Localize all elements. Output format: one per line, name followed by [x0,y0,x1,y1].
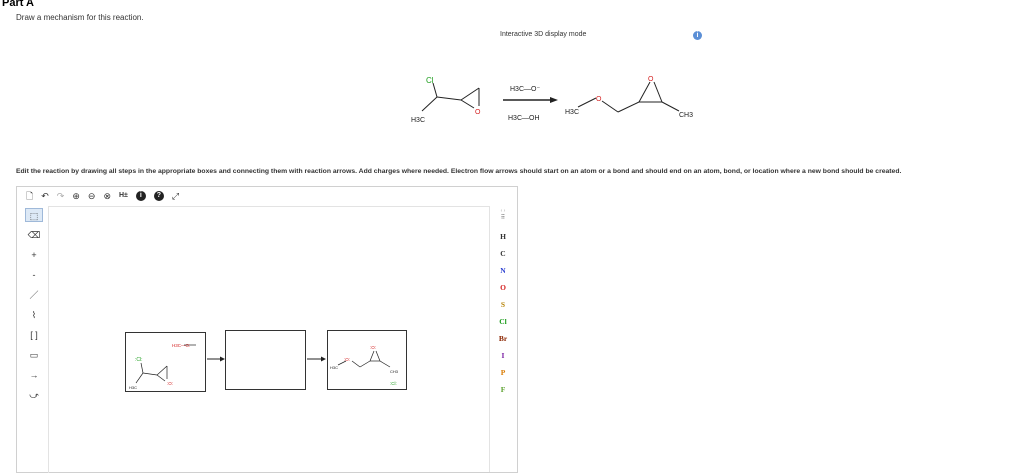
reaction-scheme: Cl H3C O H3C—O⁻ H3C—OH H3C O O CH3 [411,76,693,124]
select-tool-icon[interactable]: ⬚ [25,208,43,222]
element-f-button[interactable]: F [501,381,506,398]
reaction-arrow-tool-icon[interactable]: → [25,368,43,382]
canvas-arrow-1[interactable] [206,355,226,363]
left-toolbar: ⬚ ⌫ + - ／ ⌇ [ ] ▭ → ⤻ [22,208,46,402]
element-i-button[interactable]: I [502,347,505,364]
element-h-button[interactable]: H [500,228,506,245]
element-br-button[interactable]: Br [499,330,507,347]
canvas-arrow-2[interactable] [306,355,327,363]
redo-icon[interactable]: ↷ [57,190,65,202]
info-icon[interactable]: i [135,191,146,201]
electron-flow-arrow-tool-icon[interactable]: ⤻ [25,388,43,402]
box1-o-label: :O: [167,381,173,386]
product-methyl-label: CH3 [679,112,693,119]
eraser-tool-icon[interactable]: ⌫ [25,228,43,242]
instructions: Edit the reaction by drawing all steps i… [16,168,902,175]
help-icon[interactable]: ? [153,191,164,201]
box1-reagent-label: H3C—O: [172,343,190,348]
new-document-icon[interactable]: 🗋 [26,190,33,202]
box1-structures: :Cl: H3C :O: H3C—O: [129,343,196,390]
box3-epoxide-o-label: :O: [370,345,376,350]
part-title: Part A [2,0,34,9]
mechanism-step-box-2[interactable] [225,330,306,390]
mechanism-step-box-3[interactable]: :O: H3C :O: CH3 :Cl: [327,330,407,390]
box3-methoxy-label: H3C [330,365,338,370]
product-epoxide-o-label: O [648,76,654,83]
zoom-fit-icon[interactable]: ⊗ [103,190,111,202]
reactant-methyl-label: H3C [411,117,425,124]
periodic-table-icon[interactable]: ⠿ [501,214,505,228]
top-toolbar: 🗋 ↶ ↷ ⊕ ⊖ ⊗ H± i ? ⤢ [26,189,179,203]
product-ether-o-label: O [596,96,602,103]
reactant-molecule [421,82,480,112]
element-cl-button[interactable]: Cl [499,313,507,330]
display-mode-link[interactable]: Interactive 3D display mode [500,31,586,38]
reactant-epoxide-o-label: O [475,109,481,116]
chain-tool-icon[interactable]: ⌇ [25,308,43,322]
box3-chloride-label: :Cl: [390,381,397,386]
element-palette: ‹ › ⠿ H C N O S Cl Br I P F [492,208,514,398]
info-icon[interactable]: i [693,31,702,40]
undo-icon[interactable]: ↶ [41,190,49,202]
zoom-out-icon[interactable]: ⊖ [88,190,96,202]
panel-divider [489,206,490,472]
element-s-button[interactable]: S [501,296,505,313]
box3-structures: :O: H3C :O: CH3 :Cl: [330,345,399,386]
element-o-button[interactable]: O [500,279,506,296]
reagent-below: H3C—OH [508,115,540,122]
box-tool-icon[interactable]: ▭ [25,348,43,362]
reactant-cl-label: Cl [426,76,434,85]
question-prompt: Draw a mechanism for this reaction. [16,13,144,22]
fullscreen-icon[interactable]: ⤢ [172,190,179,202]
bracket-tool-icon[interactable]: [ ] [25,328,43,342]
product-methoxy-label: H3C [565,109,579,116]
reagent-above: H3C—O⁻ [510,86,540,93]
box1-methyl-label: H3C [129,385,137,390]
element-c-button[interactable]: C [500,245,505,262]
box3-methyl-label: CH3 [390,369,399,374]
toggle-hydrogens-button[interactable]: H± [119,190,128,202]
box3-ether-o-label: :O: [344,357,350,362]
product-molecule [577,81,680,113]
zoom-in-icon[interactable]: ⊕ [72,190,80,202]
box1-cl-label: :Cl: [135,357,143,363]
negative-charge-tool-icon[interactable]: - [25,268,43,282]
mechanism-step-box-1[interactable]: :Cl: H3C :O: H3C—O: [125,332,206,392]
element-p-button[interactable]: P [501,364,506,381]
element-n-button[interactable]: N [500,262,505,279]
bond-tool-icon[interactable]: ／ [25,288,43,302]
positive-charge-tool-icon[interactable]: + [25,248,43,262]
